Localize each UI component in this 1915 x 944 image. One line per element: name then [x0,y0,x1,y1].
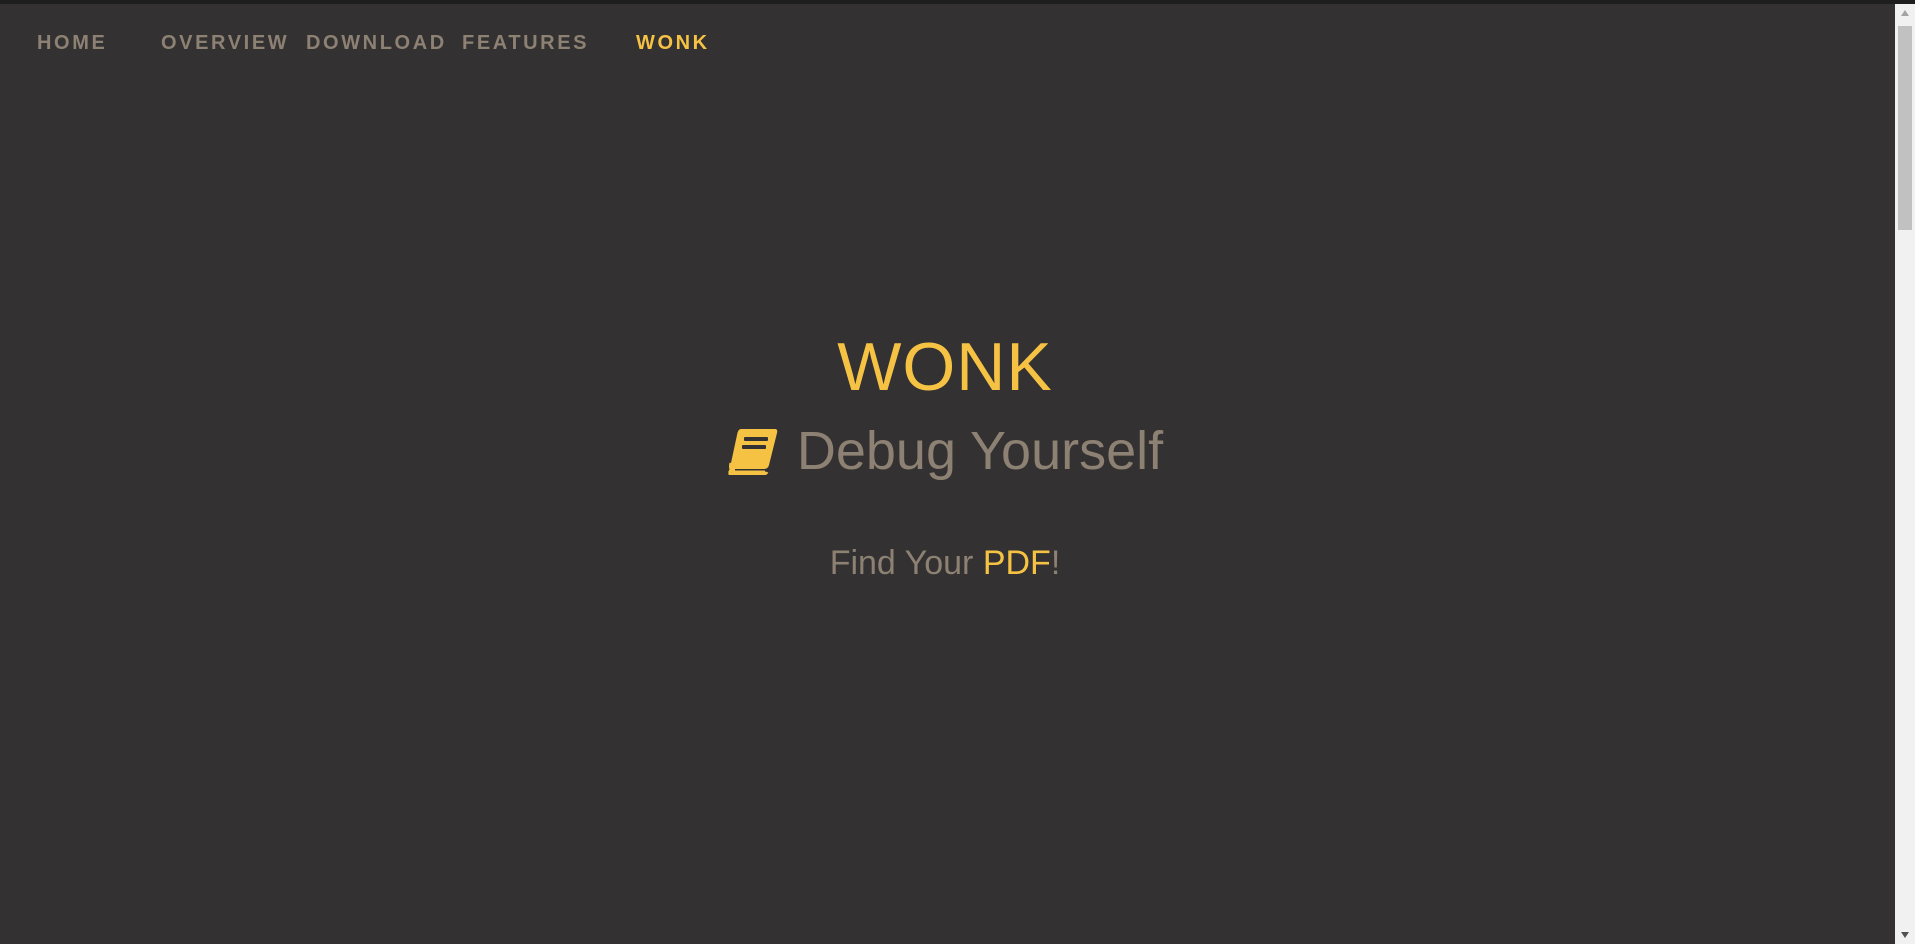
page: HOME OVERVIEW DOWNLOAD FEATURES WONK WON… [0,0,1915,944]
scroll-up-arrow-icon[interactable] [1895,4,1915,22]
top-navigation: HOME OVERVIEW DOWNLOAD FEATURES WONK [0,32,900,62]
hero-subtitle-text: Debug Yourself [796,421,1164,481]
tagline-accent[interactable]: PDF [983,544,1051,582]
tagline-suffix: ! [1050,544,1061,582]
nav-item-overview[interactable]: OVERVIEW [161,32,289,55]
book-icon [727,422,779,492]
hero-tagline: Find Your PDF! [0,541,1890,585]
vertical-scrollbar[interactable] [1895,4,1915,944]
scroll-down-arrow-icon[interactable] [1895,926,1915,944]
nav-item-wonk[interactable]: WONK [636,32,710,55]
tagline-prefix: Find Your [829,544,983,582]
nav-item-download[interactable]: DOWNLOAD [306,32,447,55]
scrollbar-thumb[interactable] [1898,26,1912,230]
nav-item-features[interactable]: FEATURES [462,32,589,55]
hero-subtitle: Debug Yourself [0,416,1890,492]
nav-item-home[interactable]: HOME [37,32,107,55]
hero-title: WONK [837,329,1053,405]
page-viewport: HOME OVERVIEW DOWNLOAD FEATURES WONK WON… [0,4,1895,944]
